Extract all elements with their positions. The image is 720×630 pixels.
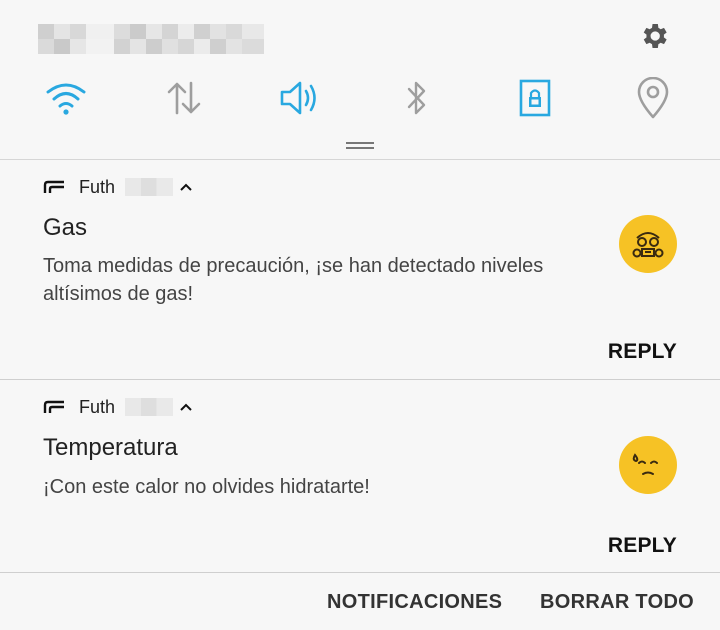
status-info-blurred	[38, 24, 264, 54]
quick-settings-panel	[0, 0, 720, 159]
chevron-up-icon[interactable]	[179, 402, 193, 412]
app-name: Futh	[79, 176, 116, 197]
sound-icon[interactable]	[277, 74, 323, 122]
bluetooth-icon[interactable]	[394, 74, 440, 122]
notification-header: Futh	[43, 396, 193, 418]
gas-mask-emoji-icon	[619, 215, 677, 273]
gear-icon[interactable]	[638, 20, 670, 52]
notification-time-blurred	[125, 178, 174, 196]
notification-card-temperatura[interactable]: Futh Temperatura ¡Con este calor no olvi…	[0, 380, 720, 572]
screen-rotation-lock-icon[interactable]	[512, 74, 558, 122]
notification-title: Gas	[43, 214, 88, 241]
notification-time-blurred	[125, 398, 174, 416]
notification-text: ¡Con este calor no olvides hidratarte!	[43, 476, 370, 498]
mobile-data-icon[interactable]	[161, 74, 207, 122]
clear-all-button[interactable]: BORRAR TODO	[540, 591, 694, 614]
chevron-up-icon[interactable]	[179, 182, 193, 192]
app-icon	[43, 400, 64, 413]
sweating-face-emoji-icon	[619, 436, 677, 494]
notification-card-gas[interactable]: Futh Gas Toma medidas de precaución, ¡se…	[0, 160, 720, 379]
notification-text: Toma medidas de precaución, ¡se han dete…	[43, 255, 544, 305]
panel-drag-handle[interactable]	[346, 142, 374, 150]
wifi-icon[interactable]	[43, 74, 89, 122]
notification-header: Futh	[43, 176, 193, 198]
notification-title: Temperatura	[43, 434, 178, 461]
app-name: Futh	[79, 396, 116, 417]
notifications-button[interactable]: NOTIFICACIONES	[327, 591, 502, 614]
reply-button[interactable]: REPLY	[608, 534, 677, 558]
notification-footer: NOTIFICACIONES BORRAR TODO	[0, 573, 720, 630]
location-icon[interactable]	[630, 74, 676, 122]
app-icon	[43, 180, 64, 193]
quick-toggles-row	[0, 74, 720, 124]
reply-button[interactable]: REPLY	[608, 340, 677, 364]
